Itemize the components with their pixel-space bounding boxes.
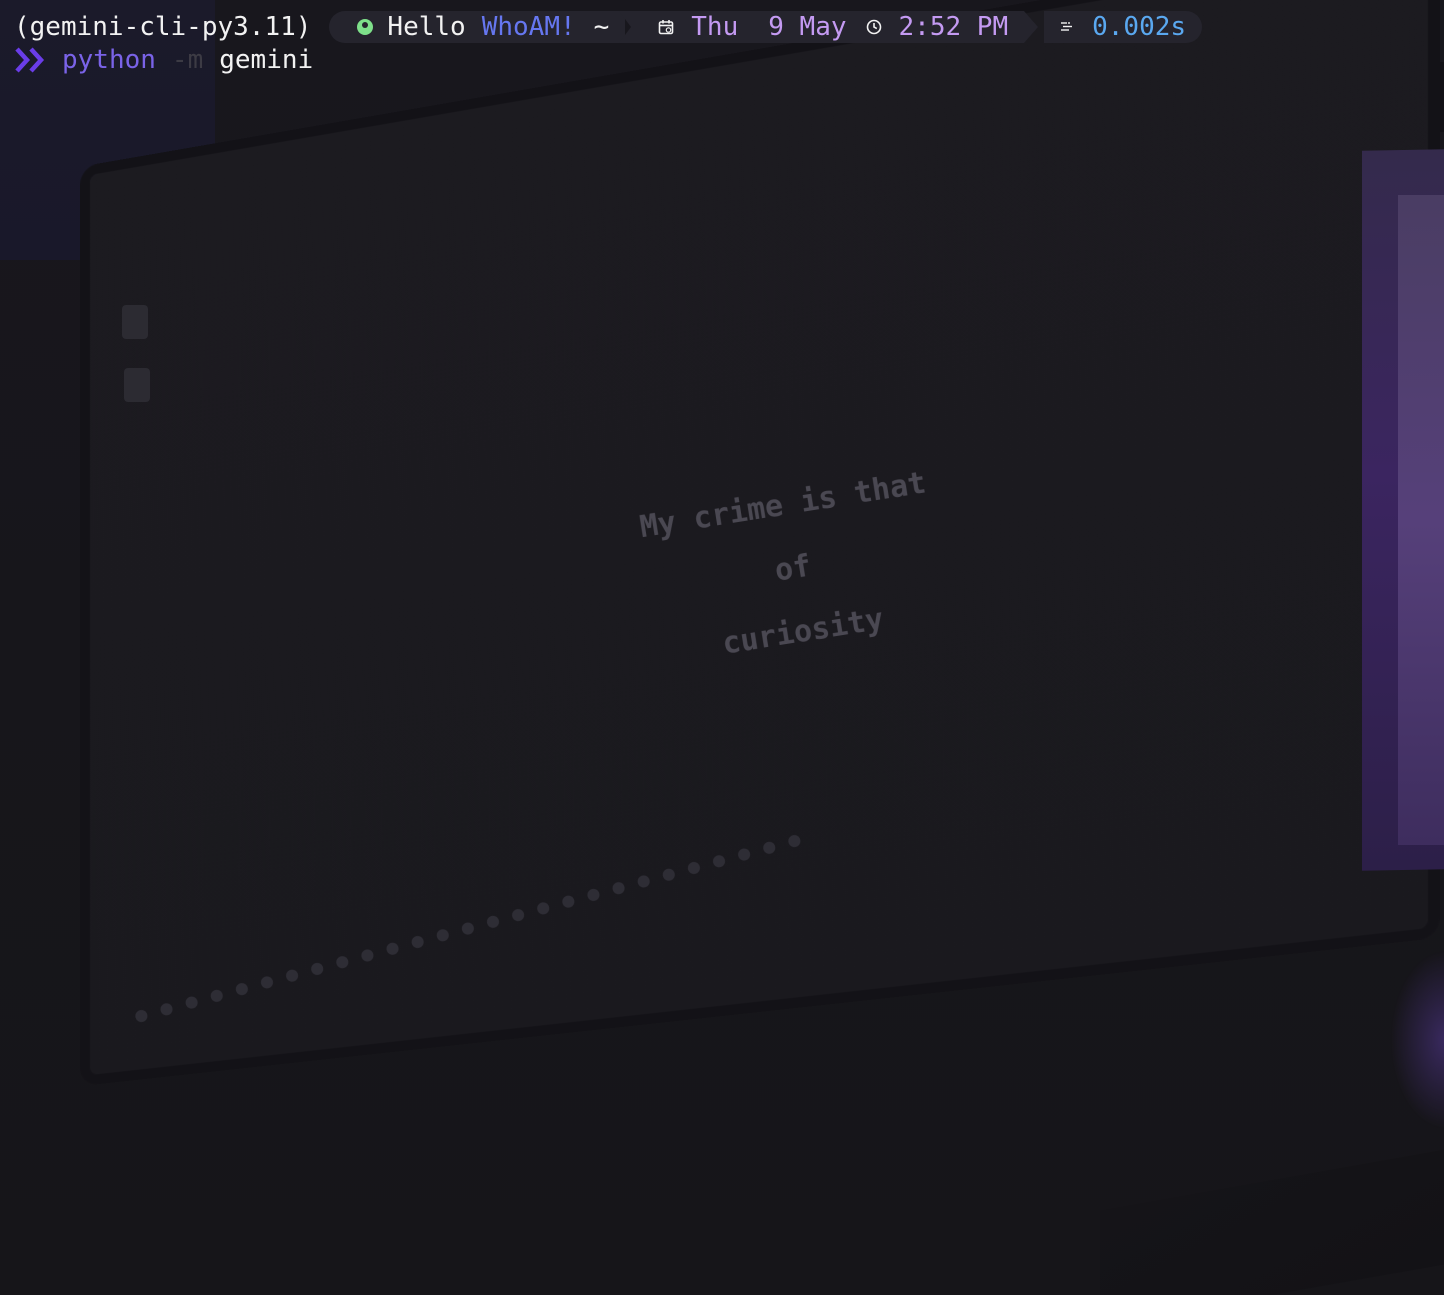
timer-icon (1058, 18, 1076, 36)
background-main-monitor (90, 0, 1428, 1076)
background-side-monitor-window (1398, 195, 1444, 845)
background-purple-light (1390, 950, 1444, 1130)
background-keyboard (1100, 1149, 1444, 1295)
command-executable: python (62, 45, 156, 75)
current-directory: ~ (593, 12, 610, 42)
virtualenv-label: (gemini-cli-py3.11) (14, 12, 312, 42)
command-argument: gemini (219, 45, 314, 75)
background-desktop-icon (122, 305, 148, 339)
prompt-timer-segment: 0.002s (1044, 11, 1203, 43)
username-text: WhoAM! (481, 12, 576, 42)
screen-quote-line-2: curiosity (719, 601, 886, 662)
background-taskbar-bottom (131, 815, 835, 1034)
double-chevron-icon (15, 47, 45, 73)
prompt-user-segment: Hello WhoAM! ~ (329, 11, 626, 43)
background-shelf-label: HDMI ≋ senseye3 LED (748, 108, 903, 121)
background-screen-quote: My crime is that of curiosity (615, 448, 971, 689)
background-photo: HDMI ≋ senseye3 LED My crime is that of … (0, 0, 1444, 1295)
clock-icon (865, 18, 883, 36)
user-status-icon (357, 19, 374, 35)
day-text: Thu (691, 12, 739, 42)
calendar-icon (657, 18, 675, 36)
background-side-monitor (1362, 149, 1444, 871)
background-desktop-icon (124, 368, 150, 402)
command-line[interactable]: python -m gemini (14, 43, 313, 77)
elapsed-time-text: 0.002s (1092, 12, 1187, 42)
greeting-text: Hello (387, 12, 466, 42)
time-text: 2:52 PM (898, 12, 1009, 42)
prompt-status-line: (gemini-cli-py3.11) Hello WhoAM! ~ Thu 9… (14, 10, 1203, 44)
terminal-window[interactable]: HDMI ≋ senseye3 LED My crime is that of … (0, 0, 1444, 1295)
background-taskbar-top (760, 66, 1440, 88)
screen-quote-line-1: My crime is that of (637, 465, 929, 589)
command-flag: -m (171, 45, 204, 75)
prompt-datetime-segment: Thu 9 May 2:52 PM (619, 11, 1038, 43)
date-text: 9 May (768, 12, 847, 42)
background-shelf-monitor (750, 62, 1444, 132)
